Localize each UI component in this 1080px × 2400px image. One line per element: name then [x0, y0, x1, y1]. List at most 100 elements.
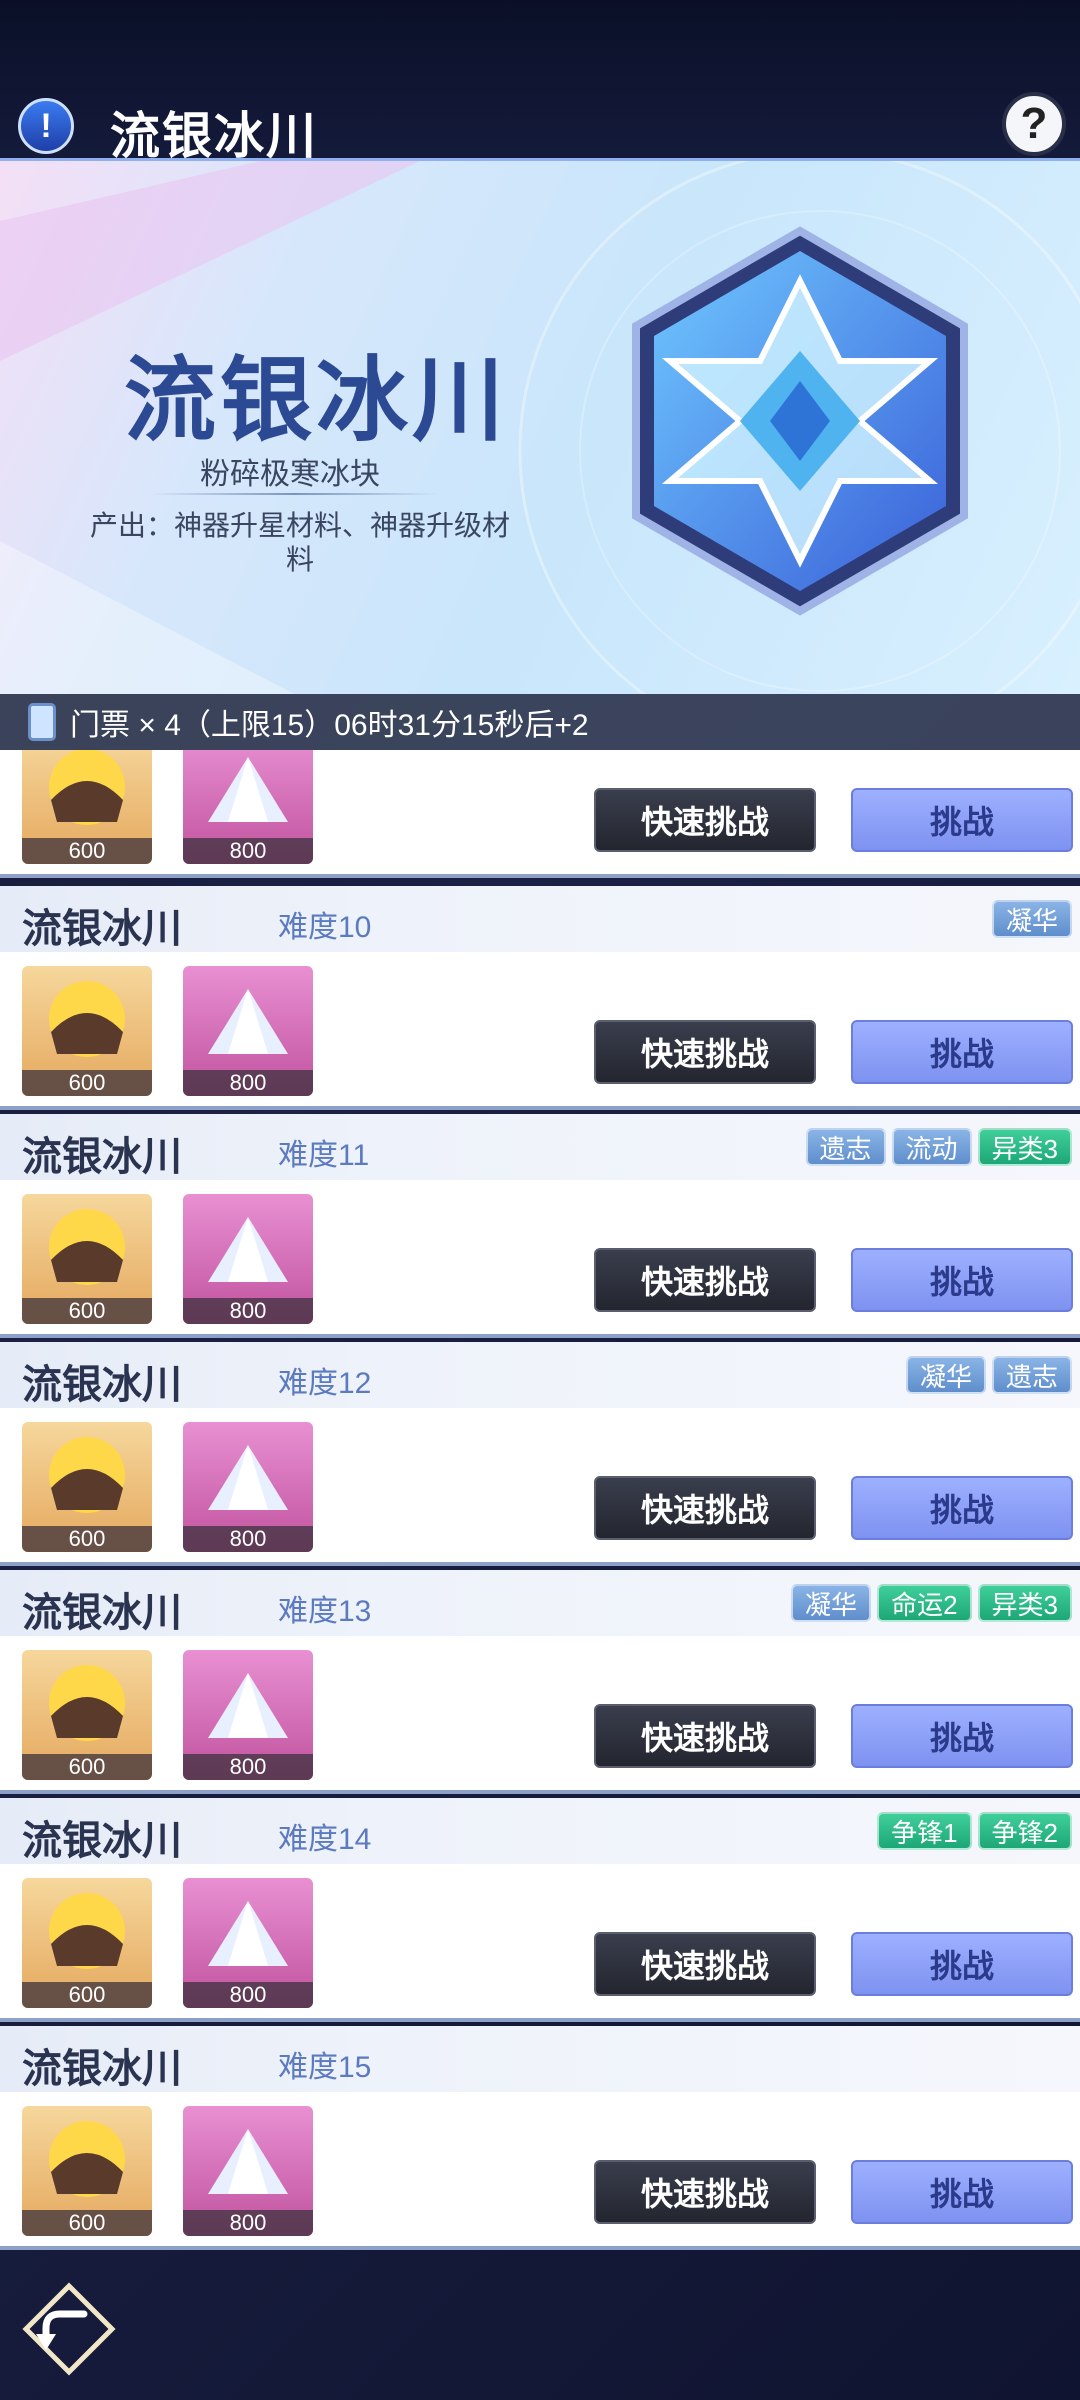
- gold-orb-reward[interactable]: 600: [22, 1422, 152, 1552]
- crystal-pile-icon: [208, 757, 288, 822]
- stage-title: 流银冰川: [22, 1589, 182, 1636]
- reward-count: 800: [183, 1982, 313, 2008]
- back-arrow-icon[interactable]: [22, 2282, 116, 2376]
- stage-card-header: 流银冰川 难度10 凝华: [0, 886, 1080, 952]
- gold-orb-icon: [49, 750, 125, 825]
- modifier-tags: 凝华: [991, 900, 1072, 938]
- stage-difficulty: 难度13: [278, 1595, 372, 1628]
- gold-orb-icon: [49, 1209, 125, 1285]
- ticket-icon: [28, 703, 56, 741]
- quick-challenge-button[interactable]: 快速挑战: [594, 2160, 816, 2224]
- crystal-pile-reward[interactable]: 800: [183, 2106, 313, 2236]
- crystal-pile-reward[interactable]: 800: [183, 966, 313, 1096]
- crystal-pile-reward[interactable]: 800: [183, 1878, 313, 2008]
- banner-subtitle: 粉碎极寒冰块: [200, 458, 380, 491]
- stage-card: 流银冰川 难度15 600 800 快速挑战 挑战: [0, 2026, 1080, 2250]
- challenge-button[interactable]: 挑战: [851, 1932, 1073, 1996]
- reward-count: 600: [22, 2210, 152, 2236]
- quick-challenge-button[interactable]: 快速挑战: [594, 1020, 816, 1084]
- modifier-tags: 凝华 命运2 异类3: [791, 1584, 1072, 1622]
- stage-card-header: 流银冰川 难度11 遗志 流动 异类3: [0, 1114, 1080, 1180]
- gold-orb-reward[interactable]: 600: [22, 1878, 152, 2008]
- stage-card-header: 流银冰川 难度15: [0, 2026, 1080, 2092]
- reward-count: 800: [183, 1070, 313, 1096]
- reward-count: 800: [183, 1526, 313, 1552]
- info-icon[interactable]: !: [18, 98, 74, 154]
- modifier-tag: 遗志: [991, 1356, 1072, 1394]
- reward-count: 600: [22, 1754, 152, 1780]
- stage-card: 流银冰川 难度10 凝华 600 800 快速挑战 挑战: [0, 886, 1080, 1110]
- gold-orb-icon: [49, 981, 125, 1057]
- help-icon[interactable]: ?: [1002, 92, 1066, 156]
- challenge-button[interactable]: 挑战: [851, 788, 1073, 852]
- stage-difficulty: 难度14: [278, 1823, 372, 1856]
- quick-challenge-button[interactable]: 快速挑战: [594, 1932, 816, 1996]
- stage-difficulty: 难度11: [278, 1139, 370, 1172]
- reward-count: 800: [183, 1754, 313, 1780]
- ticket-bar: 门票 × 4（上限15）06时31分15秒后+2: [0, 694, 1080, 750]
- reward-count: 800: [183, 2210, 313, 2236]
- modifier-tag: 异类3: [977, 1128, 1072, 1166]
- stage-banner: 流银冰川 粉碎极寒冰块 产出：神器升星材料、神器升级材料: [0, 158, 1080, 694]
- challenge-button[interactable]: 挑战: [851, 1248, 1073, 1312]
- crystal-pile-reward[interactable]: 800: [183, 1194, 313, 1324]
- gold-orb-icon: [49, 2121, 125, 2197]
- stage-card: 流银冰川 难度11 遗志 流动 异类3 600 800 快速挑战 挑战: [0, 1114, 1080, 1338]
- stage-title: 流银冰川: [22, 905, 182, 952]
- reward-count: 600: [22, 838, 152, 864]
- challenge-button[interactable]: 挑战: [851, 1020, 1073, 1084]
- stage-card-header: 流银冰川 难度14 争锋1 争锋2: [0, 1798, 1080, 1864]
- modifier-tag: 争锋1: [877, 1812, 972, 1850]
- stage-title: 流银冰川: [22, 1361, 182, 1408]
- modifier-tag: 凝华: [905, 1356, 986, 1394]
- stage-title: 流银冰川: [22, 1133, 182, 1180]
- stage-card-header: 流银冰川 难度12 凝华 遗志: [0, 1342, 1080, 1408]
- gold-orb-icon: [49, 1893, 125, 1969]
- challenge-button[interactable]: 挑战: [851, 2160, 1073, 2224]
- quick-challenge-button[interactable]: 快速挑战: [594, 1476, 816, 1540]
- stage-title: 流银冰川: [22, 2045, 182, 2092]
- modifier-tag: 争锋2: [977, 1812, 1072, 1850]
- banner-output-text: 产出：神器升星材料、神器升级材料: [89, 510, 510, 575]
- gold-orb-reward[interactable]: 600: [22, 1194, 152, 1324]
- gold-orb-icon: [49, 1437, 125, 1513]
- stage-card: 600 800 快速挑战 挑战: [0, 750, 1080, 878]
- quick-challenge-button[interactable]: 快速挑战: [594, 1248, 816, 1312]
- gold-orb-reward[interactable]: 600: [22, 1650, 152, 1780]
- crystal-pile-icon: [208, 1445, 288, 1510]
- stage-difficulty: 难度15: [278, 2051, 372, 2084]
- banner-title: 流银冰川: [124, 346, 509, 454]
- snowflake-crystal-icon: [632, 226, 968, 616]
- top-bar: ! 流银冰川 ?: [0, 0, 1080, 164]
- gold-orb-reward[interactable]: 600: [22, 750, 152, 864]
- crystal-pile-icon: [208, 1901, 288, 1966]
- crystal-pile-reward[interactable]: 800: [183, 1650, 313, 1780]
- modifier-tag: 遗志: [805, 1128, 886, 1166]
- modifier-tag: 异类3: [977, 1584, 1072, 1622]
- stage-card-header: 流银冰川 难度13 凝华 命运2 异类3: [0, 1570, 1080, 1636]
- stage-difficulty: 难度12: [278, 1367, 372, 1400]
- reward-count: 600: [22, 1298, 152, 1324]
- modifier-tags: 遗志 流动 异类3: [805, 1128, 1072, 1166]
- crystal-pile-icon: [208, 989, 288, 1054]
- crystal-pile-reward[interactable]: 800: [183, 750, 313, 864]
- gold-orb-reward[interactable]: 600: [22, 2106, 152, 2236]
- modifier-tag: 命运2: [877, 1584, 972, 1622]
- challenge-button[interactable]: 挑战: [851, 1476, 1073, 1540]
- crystal-pile-icon: [208, 2129, 288, 2194]
- challenge-button[interactable]: 挑战: [851, 1704, 1073, 1768]
- modifier-tags: 争锋1 争锋2: [877, 1812, 1072, 1850]
- quick-challenge-button[interactable]: 快速挑战: [594, 1704, 816, 1768]
- stage-card: 流银冰川 难度13 凝华 命运2 异类3 600 800 快速挑战 挑战: [0, 1570, 1080, 1794]
- crystal-pile-icon: [208, 1673, 288, 1738]
- modifier-tags: 凝华 遗志: [905, 1356, 1072, 1394]
- gold-orb-reward[interactable]: 600: [22, 966, 152, 1096]
- quick-challenge-button[interactable]: 快速挑战: [594, 788, 816, 852]
- reward-count: 800: [183, 1298, 313, 1324]
- stage-list[interactable]: 600 800 快速挑战 挑战 流银冰川 难度10 凝华 600 800 快速挑…: [0, 750, 1080, 2256]
- modifier-tag: 凝华: [991, 900, 1072, 938]
- crystal-pile-reward[interactable]: 800: [183, 1422, 313, 1552]
- stage-difficulty: 难度10: [278, 911, 372, 944]
- ticket-text: 门票 × 4（上限15）06时31分15秒后+2: [70, 709, 589, 742]
- reward-count: 600: [22, 1070, 152, 1096]
